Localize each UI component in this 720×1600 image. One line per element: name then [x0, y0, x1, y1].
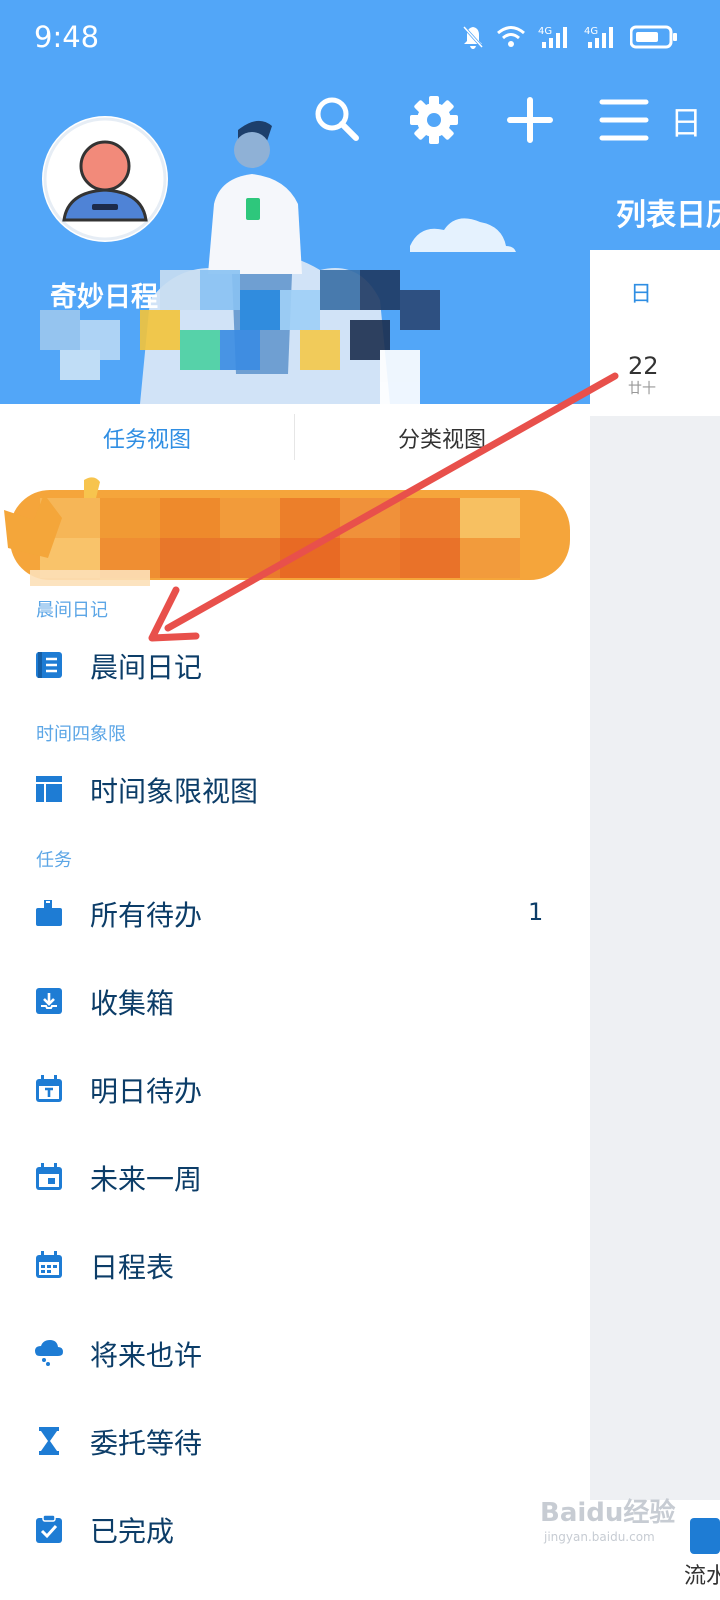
todo-count-badge: 1: [528, 898, 544, 926]
avatar[interactable]: [42, 116, 168, 242]
user-name: 奇妙日程: [50, 282, 158, 313]
schedule-icon: [36, 1251, 62, 1278]
drawer-tabs: 任务视图 分类视图: [0, 404, 590, 472]
menu-label: 晨间日记: [90, 651, 203, 684]
cloud-icon: [35, 1340, 63, 1366]
view-mode-label[interactable]: 日: [670, 98, 702, 144]
section-label-time-quadrant: 时间四象限: [36, 724, 126, 745]
watermark: Baidu经验: [540, 1498, 676, 1528]
calendar-pane: 日 22 廿十: [590, 250, 720, 1500]
menu-item-next-week[interactable]: 未来一周: [0, 1138, 590, 1218]
signal-4g-icon: 4G: [538, 26, 567, 48]
menu-label: 时间象限视图: [90, 775, 259, 808]
date-number[interactable]: 22: [628, 352, 659, 380]
menu-item-schedule[interactable]: 日程表: [0, 1226, 590, 1306]
todo-stack-icon: [36, 900, 62, 926]
section-label-tasks: 任务: [36, 850, 72, 871]
weekday-label: 日: [630, 282, 653, 307]
wifi-icon: [497, 26, 525, 47]
status-icons: 4G 4G: [462, 24, 678, 50]
tab-task-view[interactable]: 任务视图: [0, 404, 294, 472]
inbox-icon: [36, 988, 62, 1014]
navigation-drawer: 任务视图 分类视图 晨间日记 晨间日记 时间四象限 时间象限视图 任务 所有待办…: [0, 404, 590, 1600]
menu-item-inbox[interactable]: 收集箱: [0, 962, 590, 1042]
calendar-title: 列表日历: [616, 198, 720, 233]
svg-text:4G: 4G: [538, 26, 552, 37]
menu-item-all-todos[interactable]: 所有待办 1: [0, 874, 590, 954]
signal-4g-icon: 4G: [584, 26, 613, 48]
status-bar: 9:48 4G 4G: [0, 0, 720, 78]
menu-icon[interactable]: [596, 92, 652, 148]
quadrant-icon: [36, 776, 62, 802]
calendar-t-icon: [36, 1075, 62, 1102]
menu-item-morning-journal[interactable]: 晨间日记: [0, 626, 590, 706]
watermark-url: jingyan.baidu.com: [544, 1530, 655, 1544]
menu-label: 已完成: [90, 1515, 175, 1548]
section-label-morning-journal: 晨间日记: [36, 600, 108, 621]
hourglass-icon: [39, 1427, 59, 1455]
list-flow-icon[interactable]: [690, 1518, 720, 1554]
user-avatar-icon: [43, 117, 167, 241]
bell-off-icon: [462, 25, 484, 49]
menu-label: 明日待办: [90, 1075, 203, 1108]
menu-label: 未来一周: [90, 1163, 203, 1196]
menu-item-completed[interactable]: 已完成: [0, 1490, 590, 1570]
menu-item-quadrant-view[interactable]: 时间象限视图: [0, 750, 590, 830]
menu-label: 收集箱: [90, 987, 175, 1020]
search-icon[interactable]: [310, 92, 366, 148]
plus-icon[interactable]: [502, 92, 558, 148]
app-screen: 9:48 4G 4G 日 列表日 奇妙日程 日 22 廿十 流水 任务视图 分类…: [0, 0, 720, 1600]
menu-item-someday[interactable]: 将来也许: [0, 1314, 590, 1394]
tab-category-view[interactable]: 分类视图: [295, 404, 589, 472]
clipboard-check-icon: [36, 1514, 62, 1543]
menu-item-tomorrow[interactable]: 明日待办: [0, 1050, 590, 1130]
menu-label: 委托等待: [90, 1427, 203, 1460]
menu-item-delegated[interactable]: 委托等待: [0, 1402, 590, 1482]
svg-text:4G: 4G: [584, 26, 598, 37]
calendar-week-icon: [36, 1163, 62, 1190]
journal-icon: [36, 652, 62, 678]
battery-icon: [630, 25, 677, 49]
promo-banner-image: [0, 470, 590, 590]
gear-icon[interactable]: [406, 92, 462, 148]
flow-tab-label[interactable]: 流水: [684, 1558, 720, 1590]
menu-label: 所有待办: [90, 899, 203, 932]
status-time: 9:48: [34, 20, 100, 54]
menu-label: 将来也许: [90, 1339, 203, 1372]
menu-label: 日程表: [90, 1251, 175, 1284]
promo-banner[interactable]: [0, 470, 590, 590]
lunar-date-label: 廿十: [628, 381, 656, 397]
calendar-day-header: 日 22 廿十: [590, 250, 720, 416]
